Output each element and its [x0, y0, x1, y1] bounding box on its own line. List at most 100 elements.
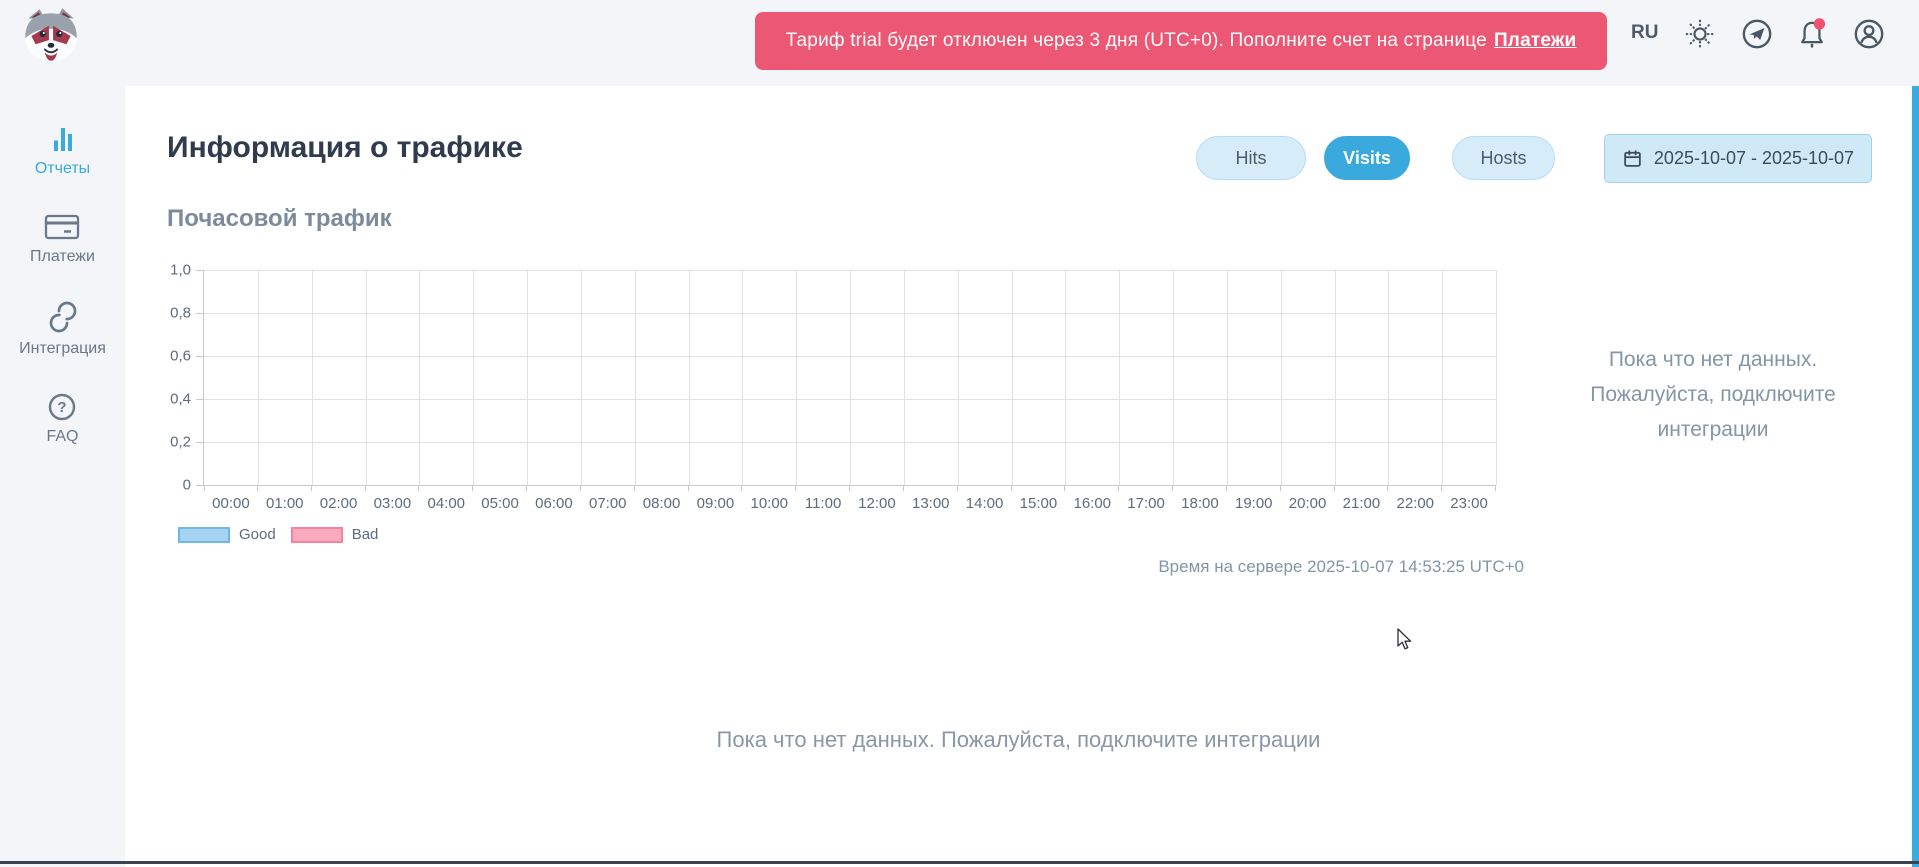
- theme-toggle-button[interactable]: [1683, 17, 1717, 51]
- x-axis-tick: [1011, 485, 1012, 491]
- hourly-traffic-chart: 1,00,80,60,40,2000:0001:0002:0003:0004:0…: [203, 270, 1496, 486]
- account-button[interactable]: [1852, 17, 1886, 51]
- x-axis-tick: [526, 485, 527, 491]
- y-axis-label: 0,6: [170, 348, 191, 365]
- x-gridline: [1335, 270, 1336, 485]
- x-axis-label: 08:00: [643, 495, 681, 512]
- x-gridline: [258, 270, 259, 485]
- x-axis-tick: [257, 485, 258, 491]
- telegram-icon: [1740, 17, 1774, 51]
- x-gridline: [689, 270, 690, 485]
- x-axis-tick: [795, 485, 796, 491]
- x-axis-label: 21:00: [1343, 495, 1381, 512]
- x-gridline: [796, 270, 797, 485]
- x-axis-tick: [634, 485, 635, 491]
- link-icon: [46, 300, 80, 334]
- x-axis-label: 05:00: [481, 495, 519, 512]
- x-axis-tick: [1387, 485, 1388, 491]
- x-gridline: [850, 270, 851, 485]
- trial-warning-banner: Тариф trial будет отключен через 3 дня (…: [755, 12, 1607, 70]
- bell-icon: [1795, 17, 1829, 51]
- sidebar-item-faq[interactable]: ? FAQ: [46, 392, 78, 446]
- sidebar: Отчеты Платежи Интеграция? FAQ: [0, 0, 125, 867]
- x-axis-label: 11:00: [805, 495, 841, 512]
- sidebar-item-reports[interactable]: Отчеты: [35, 124, 90, 178]
- sidebar-item-label: Платежи: [30, 248, 95, 266]
- tab-hits[interactable]: Hits: [1196, 136, 1306, 180]
- x-gridline: [1442, 270, 1443, 485]
- language-switcher[interactable]: RU: [1631, 22, 1658, 44]
- x-gridline: [904, 270, 905, 485]
- x-axis-tick: [1495, 485, 1496, 491]
- legend-item-bad: Bad: [291, 526, 379, 543]
- x-gridline: [419, 270, 420, 485]
- x-axis-tick: [472, 485, 473, 491]
- trial-warning-text: Тариф trial будет отключен через 3 дня (…: [786, 30, 1487, 52]
- x-axis-tick: [311, 485, 312, 491]
- legend-label: Good: [239, 526, 276, 543]
- raccoon-logo-icon: [18, 4, 84, 66]
- x-axis-label: 03:00: [374, 495, 412, 512]
- y-axis-tick: [196, 313, 203, 314]
- x-axis-label: 13:00: [912, 495, 950, 512]
- top-header: Тариф trial будет отключен через 3 дня (…: [0, 0, 1919, 86]
- date-range-picker[interactable]: 2025-10-07 - 2025-10-07: [1604, 134, 1872, 183]
- svg-text:?: ?: [58, 399, 67, 416]
- x-axis-label: 10:00: [750, 495, 788, 512]
- tab-hosts[interactable]: Hosts: [1452, 136, 1555, 180]
- y-axis-tick: [196, 270, 203, 271]
- x-gridline: [581, 270, 582, 485]
- x-gridline: [1173, 270, 1174, 485]
- x-gridline: [1281, 270, 1282, 485]
- x-axis-label: 00:00: [212, 495, 250, 512]
- x-axis-label: 17:00: [1127, 495, 1165, 512]
- x-axis-tick: [1172, 485, 1173, 491]
- calendar-icon: [1622, 148, 1643, 169]
- x-gridline: [1012, 270, 1013, 485]
- notifications-button[interactable]: [1795, 17, 1829, 51]
- question-circle-icon: ?: [47, 392, 77, 422]
- sidebar-item-label: FAQ: [46, 428, 78, 446]
- x-axis-label: 09:00: [697, 495, 735, 512]
- x-axis-tick: [1441, 485, 1442, 491]
- telegram-button[interactable]: [1740, 17, 1774, 51]
- credit-card-icon: [44, 212, 80, 242]
- app-window: Тариф trial будет отключен через 3 дня (…: [0, 0, 1919, 867]
- legend-item-good: Good: [178, 526, 276, 543]
- y-axis-tick: [196, 356, 203, 357]
- tab-visits[interactable]: Visits: [1324, 136, 1410, 180]
- x-axis-tick: [688, 485, 689, 491]
- x-gridline: [1388, 270, 1389, 485]
- server-time: Время на сервере 2025-10-07 14:53:25 UTC…: [1158, 557, 1524, 577]
- sidebar-item-payments[interactable]: Платежи: [30, 212, 95, 266]
- x-gridline: [312, 270, 313, 485]
- no-data-side-message: Пока что нет данных. Пожалуйста, подключ…: [1548, 342, 1878, 447]
- app-logo[interactable]: [18, 4, 84, 66]
- y-axis-label: 0,2: [170, 434, 191, 451]
- payments-link[interactable]: Платежи: [1494, 30, 1576, 52]
- sidebar-item-label: Интеграция: [19, 340, 106, 358]
- sidebar-item-label: Отчеты: [35, 160, 90, 178]
- x-axis-label: 16:00: [1073, 495, 1111, 512]
- bar-chart-icon: [48, 124, 78, 154]
- x-axis-tick: [1064, 485, 1065, 491]
- y-axis-label: 0: [183, 477, 191, 494]
- date-range-value: 2025-10-07 - 2025-10-07: [1654, 148, 1854, 169]
- sidebar-item-integration[interactable]: Интеграция: [19, 300, 106, 358]
- x-axis-label: 22:00: [1396, 495, 1434, 512]
- x-gridline: [1065, 270, 1066, 485]
- x-axis-label: 19:00: [1235, 495, 1273, 512]
- x-axis-label: 07:00: [589, 495, 627, 512]
- x-gridline: [958, 270, 959, 485]
- x-axis-label: 06:00: [535, 495, 573, 512]
- x-gridline: [635, 270, 636, 485]
- vertical-scrollbar[interactable]: [1912, 86, 1919, 867]
- y-axis-tick: [196, 442, 203, 443]
- x-axis-label: 02:00: [320, 495, 358, 512]
- x-gridline: [366, 270, 367, 485]
- y-axis-label: 0,8: [170, 305, 191, 322]
- chart-legend: Good Bad: [178, 526, 378, 543]
- y-axis-label: 1,0: [170, 262, 191, 279]
- x-axis-label: 20:00: [1289, 495, 1327, 512]
- y-axis-tick: [196, 399, 203, 400]
